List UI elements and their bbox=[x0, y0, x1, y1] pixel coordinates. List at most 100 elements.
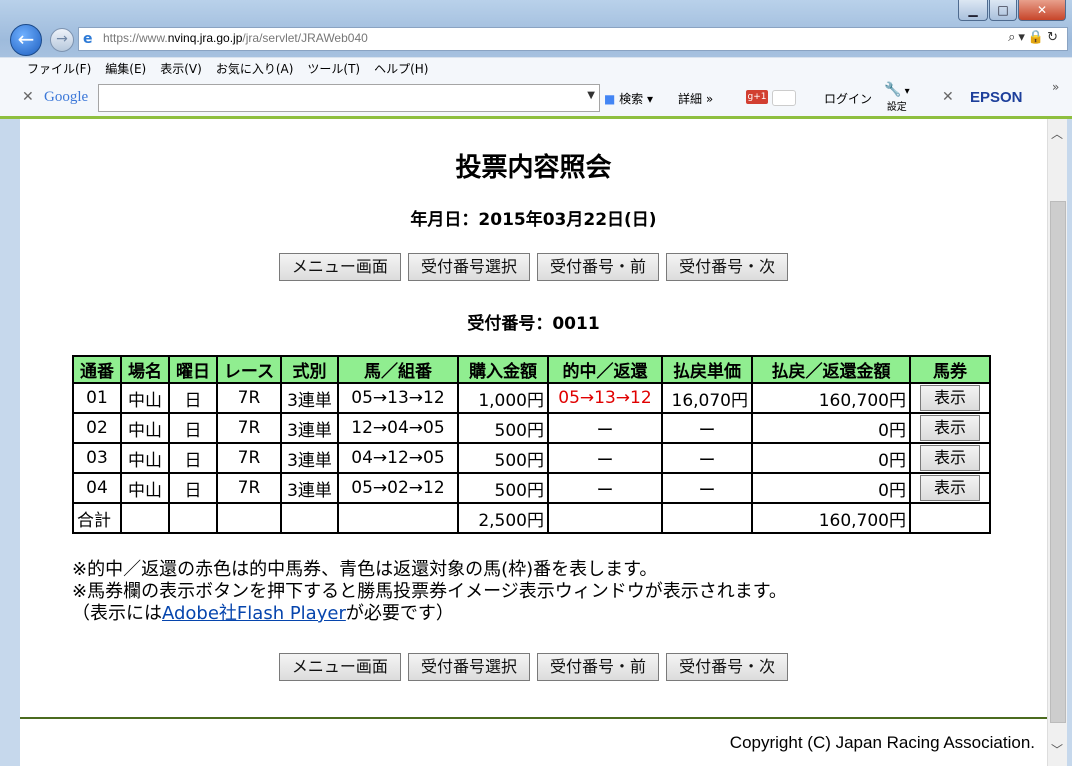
note-line-3-post: が必要です） bbox=[345, 603, 454, 624]
maximize-button[interactable]: □ bbox=[989, 0, 1017, 21]
cell-amount: 500円 bbox=[457, 472, 549, 504]
login-button[interactable]: ログイン bbox=[824, 90, 872, 107]
scroll-thumb[interactable] bbox=[1050, 201, 1066, 723]
google-search-button[interactable]: ■ 検索 ▾ bbox=[604, 90, 653, 107]
receipt-prev-button[interactable]: 受付番号・前 bbox=[537, 253, 660, 281]
cell-payout: 0円 bbox=[751, 442, 911, 474]
cell-combo: 05→02→12 bbox=[337, 472, 459, 504]
vertical-scrollbar[interactable]: ︿ ﹀ bbox=[1047, 119, 1067, 766]
gplus-icon[interactable]: g+1 bbox=[746, 90, 768, 104]
cell-day: 日 bbox=[168, 472, 218, 504]
total-payout: 160,700円 bbox=[751, 502, 911, 534]
notes: ※的中／返還の赤色は的中馬券、青色は返還対象の馬(枠)番を表します。 ※馬券欄の… bbox=[72, 559, 787, 625]
cell-payout: 0円 bbox=[751, 472, 911, 504]
cell-amount: 1,000円 bbox=[457, 382, 549, 414]
menu-bar: ファイル(F) 編集(E) 表示(V) お気に入り(A) ツール(T) ヘルプ(H) bbox=[0, 57, 1072, 80]
cell-unit: ー bbox=[661, 412, 753, 444]
cell-unit: 16,070円 bbox=[661, 382, 753, 414]
cell-race: 7R bbox=[216, 442, 282, 474]
cell-no: 01 bbox=[72, 382, 122, 414]
url-host: nvinq.jra.go.jp bbox=[167, 31, 243, 45]
cell-day: 日 bbox=[168, 412, 218, 444]
top-button-row: メニュー画面 受付番号選択 受付番号・前 受付番号・次 bbox=[20, 253, 1047, 281]
cell-hit: 05→13→12 bbox=[547, 382, 663, 414]
window-controls: ▁ □ ✕ bbox=[958, 0, 1066, 21]
url-path: /jra/servlet/JRAWeb040 bbox=[242, 31, 368, 45]
col-header: レース bbox=[216, 355, 282, 384]
col-header: 式別 bbox=[280, 355, 339, 384]
empty-cell bbox=[168, 502, 218, 534]
address-bar[interactable]: e https://www.nvinq.jra.go.jp/jra/servle… bbox=[78, 27, 1068, 51]
receipt-next-button[interactable]: 受付番号・次 bbox=[666, 253, 789, 281]
empty-cell bbox=[120, 502, 170, 534]
chevron-down-icon[interactable]: ▼ bbox=[587, 90, 595, 101]
flash-player-link[interactable]: Adobe社Flash Player bbox=[162, 603, 346, 624]
detail-button[interactable]: 詳細 » bbox=[678, 90, 713, 107]
table-row: 02 中山 日 7R 3連単 12→04→05 500円 ー ー 0円 表示 bbox=[72, 412, 991, 444]
cell-ticket: 表示 bbox=[909, 412, 991, 444]
cell-ticket: 表示 bbox=[909, 442, 991, 474]
receipt-prev-button-bottom[interactable]: 受付番号・前 bbox=[537, 653, 660, 681]
empty-cell bbox=[280, 502, 339, 534]
settings-button[interactable]: 🔧 ▾ 設定 bbox=[884, 82, 910, 113]
cell-type: 3連単 bbox=[280, 412, 339, 444]
note-line-3: （表示にはAdobe社Flash Playerが必要です） bbox=[72, 603, 787, 625]
forward-icon[interactable]: → bbox=[50, 28, 74, 52]
close-button[interactable]: ✕ bbox=[1018, 0, 1066, 21]
close-epson-icon[interactable]: ✕ bbox=[942, 89, 954, 105]
col-header: 場名 bbox=[120, 355, 170, 384]
note-line-3-pre: （表示には bbox=[72, 603, 162, 624]
menu-screen-button[interactable]: メニュー画面 bbox=[278, 253, 401, 281]
show-ticket-button[interactable]: 表示 bbox=[920, 445, 980, 471]
receipt-select-button-bottom[interactable]: 受付番号選択 bbox=[407, 653, 530, 681]
cell-unit: ー bbox=[661, 442, 753, 474]
show-ticket-button[interactable]: 表示 bbox=[920, 475, 980, 501]
cell-place: 中山 bbox=[120, 442, 170, 474]
url-text[interactable]: https://www.nvinq.jra.go.jp/jra/servlet/… bbox=[103, 31, 368, 45]
col-header: 払戻単価 bbox=[661, 355, 753, 384]
menu-tools[interactable]: ツール(T) bbox=[300, 59, 367, 79]
menu-view[interactable]: 表示(V) bbox=[153, 59, 209, 79]
google-search-input[interactable]: ▼ bbox=[98, 84, 600, 112]
receipt-number: 受付番号：0011 bbox=[467, 314, 600, 334]
cell-place: 中山 bbox=[120, 412, 170, 444]
total-amount: 2,500円 bbox=[457, 502, 549, 534]
address-tools-icons[interactable]: ⌕▾🔒↻ bbox=[1008, 30, 1061, 45]
empty-cell bbox=[661, 502, 753, 534]
google-logo: Google bbox=[44, 89, 89, 105]
table-row: 03 中山 日 7R 3連単 04→12→05 500円 ー ー 0円 表示 bbox=[72, 442, 991, 474]
menu-screen-button-bottom[interactable]: メニュー画面 bbox=[278, 653, 401, 681]
cell-unit: ー bbox=[661, 472, 753, 504]
cell-race: 7R bbox=[216, 472, 282, 504]
cell-combo: 12→04→05 bbox=[337, 412, 459, 444]
close-toolbar-icon[interactable]: ✕ bbox=[22, 89, 34, 105]
google-toolbar: ✕ Google ▼ ■ 検索 ▾ 詳細 » g+1 ログイン 🔧 ▾ 設定 ✕ … bbox=[0, 80, 1072, 119]
table-header-row: 通番 場名 曜日 レース 式別 馬／組番 購入金額 的中／返還 払戻単価 払戻／… bbox=[72, 355, 991, 384]
menu-file[interactable]: ファイル(F) bbox=[20, 59, 98, 79]
page-date: 年月日：2015年03月22日(日) bbox=[410, 210, 657, 230]
epson-logo[interactable]: EPSON bbox=[970, 89, 1023, 106]
bets-table: 通番 場名 曜日 レース 式別 馬／組番 購入金額 的中／返還 払戻単価 払戻／… bbox=[72, 355, 991, 534]
menu-help[interactable]: ヘルプ(H) bbox=[367, 59, 435, 79]
scroll-up-icon[interactable]: ︿ bbox=[1051, 125, 1063, 142]
receipt-select-button[interactable]: 受付番号選択 bbox=[407, 253, 530, 281]
note-line-1: ※的中／返還の赤色は的中馬券、青色は返還対象の馬(枠)番を表します。 bbox=[72, 559, 658, 580]
receipt-next-button-bottom[interactable]: 受付番号・次 bbox=[666, 653, 789, 681]
menu-edit[interactable]: 編集(E) bbox=[98, 59, 153, 79]
show-ticket-button[interactable]: 表示 bbox=[920, 415, 980, 441]
cell-race: 7R bbox=[216, 382, 282, 414]
footer-divider bbox=[20, 717, 1047, 719]
navigation-bar: ← → e https://www.nvinq.jra.go.jp/jra/se… bbox=[0, 22, 1072, 56]
cell-no: 04 bbox=[72, 472, 122, 504]
show-ticket-button[interactable]: 表示 bbox=[920, 385, 980, 411]
cell-payout: 160,700円 bbox=[751, 382, 911, 414]
cell-hit: ー bbox=[547, 412, 663, 444]
menu-favorites[interactable]: お気に入り(A) bbox=[209, 59, 301, 79]
cell-hit: ー bbox=[547, 442, 663, 474]
back-icon[interactable]: ← bbox=[10, 24, 42, 56]
url-prefix: https://www. bbox=[103, 31, 168, 45]
scroll-down-icon[interactable]: ﹀ bbox=[1051, 741, 1063, 758]
minimize-button[interactable]: ▁ bbox=[958, 0, 988, 21]
table-row: 04 中山 日 7R 3連単 05→02→12 500円 ー ー 0円 表示 bbox=[72, 472, 991, 504]
chevron-more-icon[interactable]: » bbox=[1052, 80, 1059, 94]
